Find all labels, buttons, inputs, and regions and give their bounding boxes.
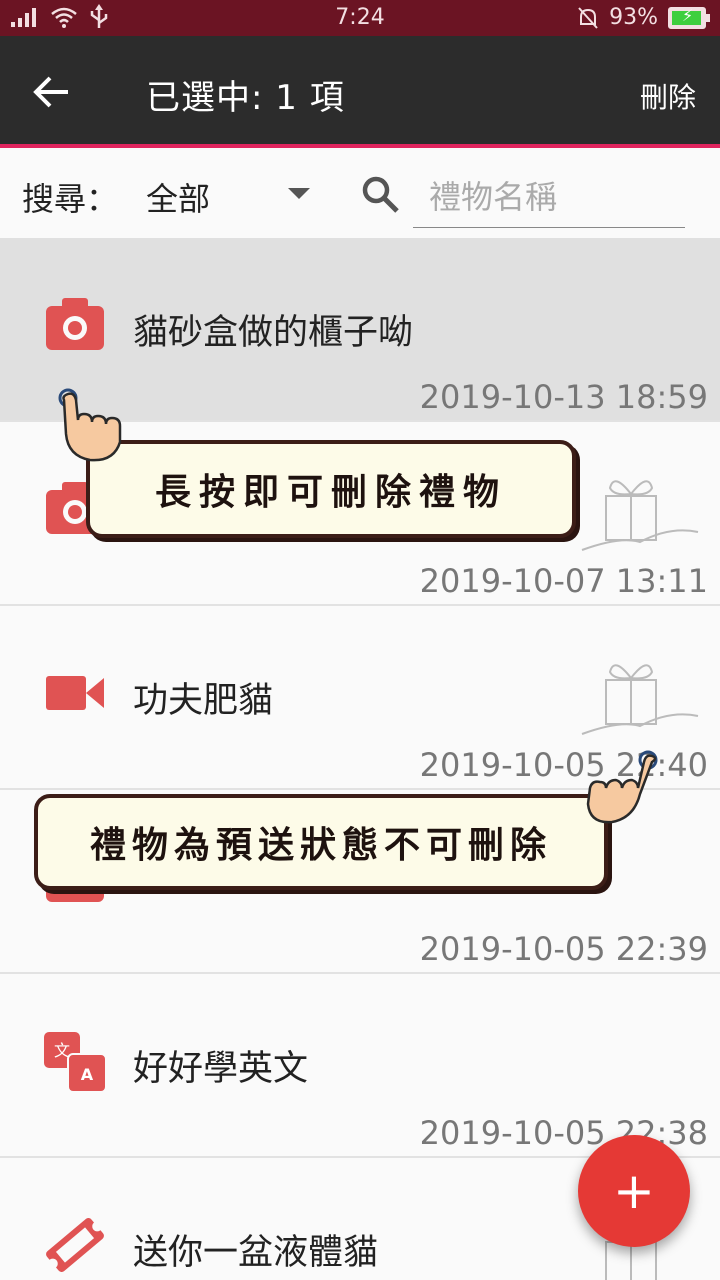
video-icon bbox=[46, 676, 104, 710]
gift-box-icon bbox=[581, 480, 699, 551]
search-icon bbox=[362, 176, 399, 213]
ticket-icon bbox=[46, 1218, 104, 1272]
tooltip-long-press: 長按即可刪除禮物 bbox=[86, 440, 576, 538]
gift-name: 好好學英文 bbox=[133, 1049, 309, 1089]
add-gift-button[interactable]: + bbox=[578, 1135, 690, 1247]
search-row: 搜尋： 全部 bbox=[0, 148, 720, 238]
pointing-hand-icon bbox=[58, 388, 122, 462]
dropdown-arrow-icon[interactable] bbox=[288, 188, 310, 199]
gift-box-icon bbox=[581, 664, 699, 735]
gift-date: 2019-10-07 13:11 bbox=[419, 562, 708, 600]
plus-icon: + bbox=[613, 1162, 655, 1220]
battery-icon: ⚡ bbox=[668, 6, 710, 29]
gift-date: 2019-10-13 18:59 bbox=[419, 378, 708, 416]
search-label: 搜尋： bbox=[22, 180, 119, 218]
gift-date: 2019-10-05 22:39 bbox=[419, 930, 708, 968]
gift-name: 送你一盆液體貓 bbox=[133, 1233, 379, 1273]
list-item[interactable]: 文A 好好學英文 2019-10-05 22:38 bbox=[0, 974, 720, 1158]
status-icons-right: 93% ⚡ bbox=[577, 5, 710, 30]
status-bar: 7:24 93% ⚡ bbox=[0, 0, 720, 36]
svg-text:A: A bbox=[81, 1065, 94, 1084]
bell-muted-icon bbox=[578, 6, 598, 29]
svg-text:文: 文 bbox=[54, 1041, 70, 1060]
back-arrow-icon[interactable] bbox=[30, 70, 74, 114]
camera-icon bbox=[46, 298, 104, 350]
battery-percent: 93% bbox=[609, 5, 658, 30]
delete-button[interactable]: 刪除 bbox=[640, 76, 696, 116]
translate-icon: 文A bbox=[44, 1032, 107, 1093]
gift-name: 功夫肥貓 bbox=[133, 681, 274, 721]
gift-date: 2019-10-05 22:40 bbox=[419, 746, 708, 784]
app-bar: 已選中: 1 項 刪除 bbox=[0, 36, 720, 144]
selection-title: 已選中: 1 項 bbox=[146, 78, 345, 118]
tooltip-pre-sent: 禮物為預送狀態不可刪除 bbox=[34, 794, 608, 890]
pointing-hand-icon bbox=[586, 750, 658, 824]
filter-dropdown[interactable]: 全部 bbox=[146, 174, 210, 220]
gift-name: 貓砂盒做的櫃子呦 bbox=[133, 313, 414, 353]
search-input[interactable] bbox=[413, 166, 685, 228]
